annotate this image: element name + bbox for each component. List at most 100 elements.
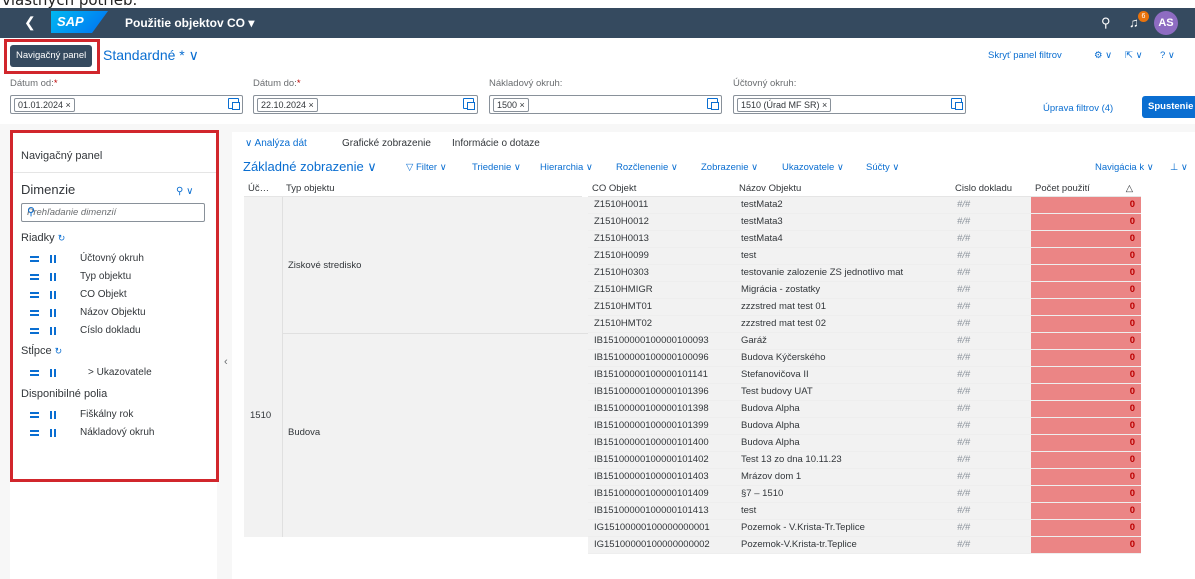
co-object-cell: Z1510H0303 xyxy=(588,265,735,282)
co-object-cell: Z1510H0011 xyxy=(588,197,735,214)
filter-bar: Dátum od:* 01.01.2024 × Dátum do:* 22.10… xyxy=(0,78,1195,123)
object-name-cell: testMata4 xyxy=(735,231,951,248)
hide-filter-bar-button[interactable]: Skryť panel filtrov xyxy=(988,50,1062,61)
measures-menu[interactable]: Ukazovatele ∨ xyxy=(782,162,844,173)
document-number-cell: #/# xyxy=(951,486,1031,503)
totals-menu[interactable]: Súčty ∨ xyxy=(866,162,899,173)
usage-count-cell: 0 xyxy=(1031,350,1141,367)
value-help-icon[interactable] xyxy=(463,98,475,110)
variant-selector[interactable]: Standardné * ∨ xyxy=(103,47,199,64)
object-name-cell: Stefanovičova II xyxy=(735,367,951,384)
content-area: Navigačný panel Dimenzie ⚲ ∨ Prehľadanie… xyxy=(0,124,1195,579)
document-number-cell: #/# xyxy=(951,435,1031,452)
object-name-cell: Migrácia - zostatky xyxy=(735,282,951,299)
co-object-cell: IB15100000100000101399 xyxy=(588,418,735,435)
usage-count-cell: 0 xyxy=(1031,520,1141,537)
tab-graphic[interactable]: Grafické zobrazenie xyxy=(342,138,431,149)
tab-data-analysis[interactable]: ∨ Analýza dát xyxy=(245,138,307,149)
object-type-cell: Ziskové stredisko xyxy=(288,260,362,271)
cost-area-label: Nákladový okruh: xyxy=(489,78,563,89)
document-fragment: vlastných potrieb. xyxy=(0,0,1195,8)
back-icon[interactable]: ❮ xyxy=(24,14,36,31)
usage-count-cell: 0 xyxy=(1031,299,1141,316)
document-number-cell: #/# xyxy=(951,418,1031,435)
filter-menu[interactable]: ▽ Filter ∨ xyxy=(406,162,447,173)
accounting-area-token[interactable]: 1510 (Úrad MF SR) × xyxy=(737,98,832,112)
object-name-cell: test xyxy=(735,248,951,265)
document-number-cell: #/# xyxy=(951,520,1031,537)
share-menu[interactable]: ⇱ ∨ xyxy=(1125,50,1143,61)
document-number-cell: #/# xyxy=(951,265,1031,282)
object-name-cell: zzzstred mat test 01 xyxy=(735,299,951,316)
document-number-cell: #/# xyxy=(951,469,1031,486)
object-name-cell: Test 13 zo dna 10.11.23 xyxy=(735,452,951,469)
object-name-cell: testovanie zalozenie ZS jednotlivo mat xyxy=(735,265,951,282)
document-text: vlastných potrieb. xyxy=(2,0,137,8)
co-object-cell: IB15100000100000101402 xyxy=(588,452,735,469)
display-menu[interactable]: Zobrazenie ∨ xyxy=(701,162,758,173)
document-number-cell: #/# xyxy=(951,299,1031,316)
column-header[interactable]: Počet použití △ xyxy=(1031,181,1141,197)
sap-logo[interactable]: SAP xyxy=(51,11,108,33)
column-header[interactable]: Typ objektu xyxy=(282,181,582,197)
collapse-panel-icon[interactable]: ‹ xyxy=(224,356,228,368)
object-name-cell: Mrázov dom 1 xyxy=(735,469,951,486)
tab-query-info[interactable]: Informácie o dotaze xyxy=(452,138,540,149)
usage-count-cell: 0 xyxy=(1031,316,1141,333)
object-name-cell: Budova Alpha xyxy=(735,401,951,418)
co-object-cell: IB15100000100000100096 xyxy=(588,350,735,367)
tab-bar: ∨ Analýza dát Grafické zobrazenie Inform… xyxy=(232,132,1195,158)
accounting-area-field[interactable]: 1510 (Úrad MF SR) × xyxy=(733,95,966,114)
document-number-cell: #/# xyxy=(951,367,1031,384)
date-from-field[interactable]: 01.01.2024 × xyxy=(10,95,243,114)
notification-badge: 6 xyxy=(1138,11,1149,22)
date-from-token[interactable]: 01.01.2024 × xyxy=(14,98,75,112)
usage-count-cell: 0 xyxy=(1031,248,1141,265)
hierarchy-menu[interactable]: Hierarchia ∨ xyxy=(540,162,593,173)
cost-area-token[interactable]: 1500 × xyxy=(493,98,529,112)
column-header[interactable]: CO Objekt xyxy=(588,181,735,197)
column-header[interactable]: Úč… xyxy=(244,181,282,197)
value-help-icon[interactable] xyxy=(707,98,719,110)
view-selector[interactable]: Základné zobrazenie ∨ xyxy=(243,159,377,175)
go-button[interactable]: Spustenie xyxy=(1142,96,1195,118)
usage-count-cell: 0 xyxy=(1031,503,1141,520)
date-to-field[interactable]: 22.10.2024 × xyxy=(253,95,478,114)
breakdown-menu[interactable]: Rozčlenenie ∨ xyxy=(616,162,678,173)
document-number-cell: #/# xyxy=(951,197,1031,214)
adapt-filters-button[interactable]: Úprava filtrov (4) xyxy=(1043,103,1113,114)
usage-count-cell: 0 xyxy=(1031,401,1141,418)
app-title-menu[interactable]: Použitie objektov CO ▾ xyxy=(125,16,254,30)
object-name-cell: Budova Alpha xyxy=(735,435,951,452)
cost-area-field[interactable]: 1500 × xyxy=(489,95,722,114)
co-object-cell: IB15100000100000101403 xyxy=(588,469,735,486)
dimension-block xyxy=(244,197,588,537)
object-name-cell: Test budovy UAT xyxy=(735,384,951,401)
highlight-box xyxy=(4,39,100,74)
document-number-cell: #/# xyxy=(951,452,1031,469)
column-header[interactable]: Názov Objektu xyxy=(735,181,951,197)
usage-count-cell: 0 xyxy=(1031,231,1141,248)
usage-count-cell: 0 xyxy=(1031,367,1141,384)
co-object-cell: Z1510HMIGR xyxy=(588,282,735,299)
column-header[interactable]: Cislo dokladu xyxy=(951,181,1031,197)
accounting-area-label: Účtovný okruh: xyxy=(733,78,797,89)
date-to-token[interactable]: 22.10.2024 × xyxy=(257,98,318,112)
help-menu[interactable]: ? ∨ xyxy=(1160,50,1175,61)
avatar[interactable]: AS xyxy=(1154,11,1178,35)
document-number-cell: #/# xyxy=(951,231,1031,248)
usage-count-cell: 0 xyxy=(1031,214,1141,231)
search-icon[interactable]: ⚲ xyxy=(1101,15,1111,31)
value-help-icon[interactable] xyxy=(228,98,240,110)
navigate-to-menu[interactable]: Navigácia k ∨ xyxy=(1095,162,1154,173)
shell-bar: ❮ SAP Použitie objektov CO ▾ ⚲ ♫ 6 AS xyxy=(0,8,1195,38)
object-name-cell: Budova Kýčerského xyxy=(735,350,951,367)
usage-count-cell: 0 xyxy=(1031,418,1141,435)
settings-menu[interactable]: ⚙ ∨ xyxy=(1094,50,1112,61)
export-menu[interactable]: ⊥ ∨ xyxy=(1170,162,1188,173)
co-object-cell: IB15100000100000101398 xyxy=(588,401,735,418)
value-help-icon[interactable] xyxy=(951,98,963,110)
co-object-cell: IB15100000100000100093 xyxy=(588,333,735,350)
document-number-cell: #/# xyxy=(951,316,1031,333)
sort-menu[interactable]: Triedenie ∨ xyxy=(472,162,521,173)
